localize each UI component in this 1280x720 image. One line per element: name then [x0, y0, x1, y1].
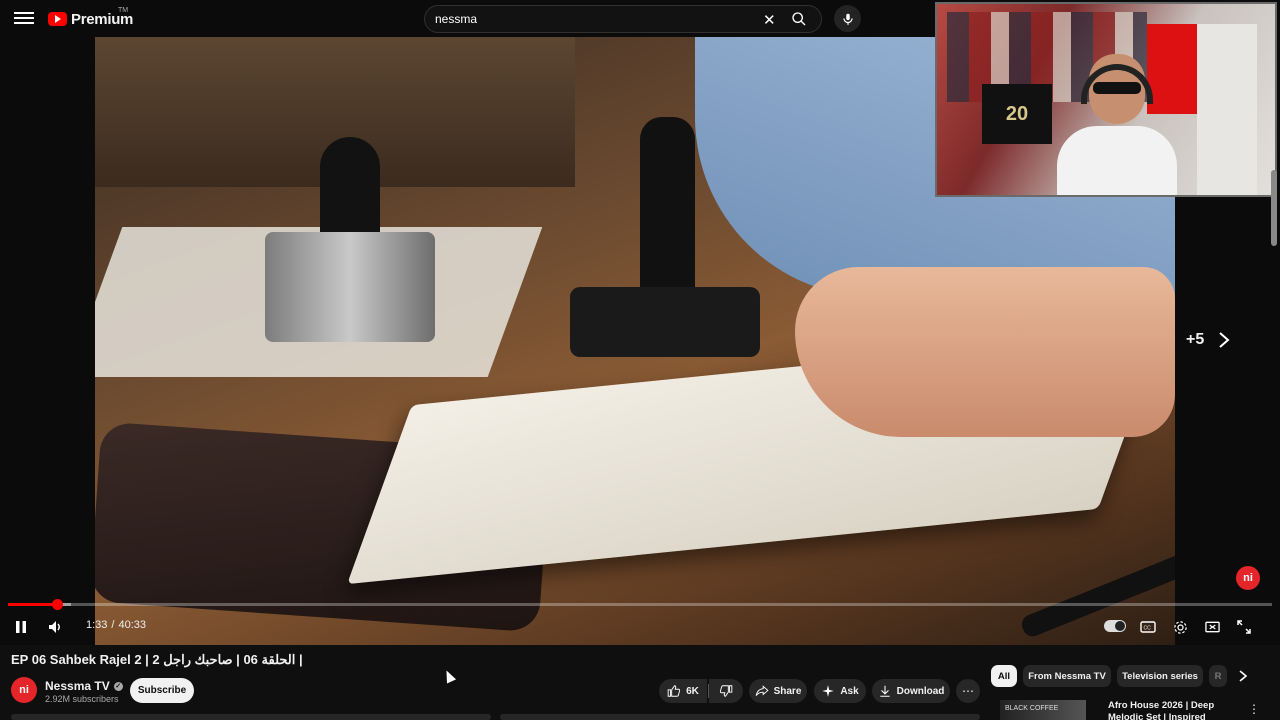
chip-partial[interactable]: R [1209, 665, 1227, 687]
webcam-overlay: 20 [935, 2, 1277, 197]
search-button[interactable] [777, 6, 821, 32]
subscribe-button[interactable]: Subscribe [130, 678, 194, 703]
webcam-person [1057, 54, 1177, 195]
volume-button[interactable] [46, 616, 66, 638]
page-scrollbar[interactable] [1271, 170, 1277, 246]
scene-hand [795, 267, 1175, 437]
ask-button[interactable]: Ask [814, 679, 866, 703]
chevron-right-icon [1219, 332, 1230, 348]
duration: 40:33 [118, 619, 147, 631]
logo-trademark: TM [118, 7, 129, 14]
search-icon [792, 12, 806, 26]
thumbs-up-icon [667, 685, 681, 697]
share-button[interactable]: Share [749, 679, 807, 703]
webcam-door [1197, 24, 1257, 195]
more-actions-button[interactable]: ⋯ [956, 679, 980, 703]
pause-button[interactable] [12, 616, 30, 638]
chip-from-nessma-tv[interactable]: From Nessma TV [1023, 665, 1111, 687]
share-icon [755, 685, 769, 696]
played-bar [8, 603, 57, 606]
time-display: 1:33 / 40:33 [80, 619, 152, 635]
channel-name-link[interactable]: Nessma TV ✓ [45, 679, 123, 693]
clear-search-icon[interactable]: ✕ [763, 11, 776, 29]
time-separator: / [111, 619, 115, 631]
like-count: 6K [686, 685, 699, 697]
chip-all[interactable]: All [991, 665, 1017, 687]
download-label: Download [896, 685, 945, 697]
chevron-right-icon [1239, 670, 1247, 682]
scrubber-handle[interactable] [51, 599, 63, 610]
chip-television-series[interactable]: Television series [1117, 665, 1203, 687]
comment-box-placeholder [11, 714, 491, 720]
thumbs-down-icon [719, 685, 733, 697]
video-title: EP 06 Sahbek Rajel 2 | 2 الحلقة 06 | صاح… [11, 652, 303, 667]
gear-icon [1173, 620, 1187, 634]
share-label: Share [773, 685, 802, 697]
mouse-cursor-icon [441, 668, 457, 684]
progress-bar[interactable] [8, 599, 1272, 610]
scene-stamp [570, 117, 760, 357]
fullscreen-button[interactable] [1234, 616, 1254, 638]
search-box: ✕ [424, 5, 822, 33]
more-videos-count: +5 [1186, 331, 1205, 348]
captions-button[interactable]: CC [1138, 616, 1158, 638]
recommendation-thumbnail[interactable]: BLACK COFFEE [1000, 700, 1086, 720]
dislike-button[interactable] [709, 679, 743, 703]
like-button[interactable]: 6K [659, 679, 707, 703]
voice-search-button[interactable] [834, 5, 861, 32]
download-icon [879, 685, 890, 697]
verified-badge-icon: ✓ [113, 681, 123, 691]
fullscreen-icon [1237, 620, 1251, 634]
pause-icon [16, 621, 26, 633]
sparkle-icon [822, 685, 835, 697]
recommendation-title[interactable]: Afro House 2026 | Deep Melodic Set | Ins… [1108, 700, 1233, 720]
autoplay-toggle[interactable] [1104, 620, 1126, 632]
volume-icon [49, 621, 60, 633]
youtube-play-icon [48, 12, 67, 26]
channel-avatar[interactable]: ni [11, 677, 37, 703]
channel-name: Nessma TV [45, 679, 110, 693]
channel-watermark[interactable]: ni [1236, 566, 1260, 590]
miniplayer-button[interactable] [1202, 616, 1222, 638]
video-player[interactable]: Premium TM ✕ 20 [0, 0, 1280, 645]
recommendation-menu-icon[interactable]: ⋮ [1248, 702, 1260, 718]
menu-icon[interactable] [14, 9, 34, 27]
miniplayer-icon [1204, 621, 1220, 633]
microphone-icon [842, 13, 853, 25]
ask-label: Ask [840, 685, 859, 697]
search-input[interactable] [425, 12, 745, 26]
webcam-jersey: 20 [982, 84, 1052, 144]
settings-button[interactable]: HD [1170, 616, 1190, 638]
player-controls: 1:33 / 40:33 CC HD [0, 612, 1280, 642]
svg-text:CC: CC [1144, 626, 1152, 632]
download-button[interactable]: Download [872, 679, 950, 703]
chips-next-button[interactable] [1234, 667, 1252, 685]
youtube-watch-page: Premium TM ✕ 20 [0, 0, 1280, 720]
subscriber-count: 2.92M subscribers [45, 694, 119, 704]
youtube-premium-logo[interactable]: Premium TM [48, 7, 133, 29]
description-box-placeholder [500, 714, 980, 720]
scene-date-stamp [245, 137, 445, 367]
more-videos-button[interactable]: +5 [1186, 331, 1230, 349]
captions-icon: CC [1140, 621, 1156, 633]
current-time: 1:33 [86, 619, 108, 631]
